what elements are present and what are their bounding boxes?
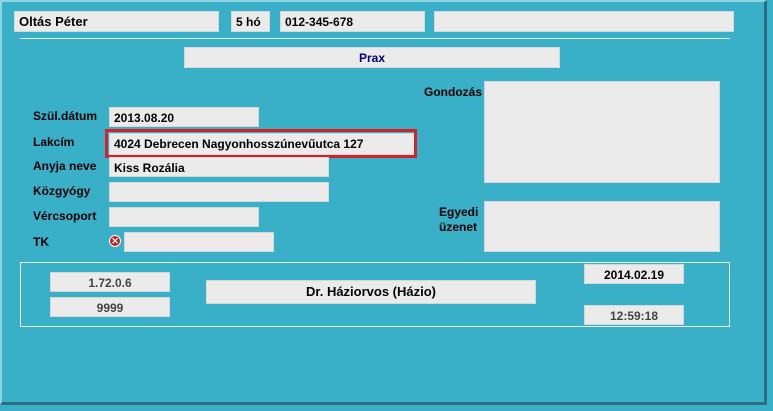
birth-date-label: Szül.dátum — [33, 109, 98, 123]
care-field[interactable] — [484, 81, 720, 183]
blood-type-label: Vércsoport — [33, 209, 97, 223]
mother-name-field[interactable]: Kiss Rozália — [109, 157, 329, 177]
address-highlight-frame — [105, 129, 417, 158]
pharmacy-label: Közgyógy — [33, 184, 91, 198]
address-label: Lakcím — [33, 135, 75, 149]
doctor-field: Dr. Háziorvos (Házio) — [206, 280, 536, 304]
unique-msg-field[interactable] — [484, 201, 720, 252]
patient-name-field[interactable]: Oltás Péter — [14, 11, 219, 32]
code-field: 9999 — [50, 297, 170, 317]
prax-field[interactable]: Prax — [184, 47, 560, 68]
patient-phone-field[interactable]: 012-345-678 — [280, 11, 425, 32]
ip-field: 1.72.0.6 — [50, 272, 170, 292]
header-divider — [20, 38, 730, 39]
patient-panel: Oltás Péter 5 hó 012-345-678 Prax Szül.d… — [0, 0, 767, 405]
care-label: Gondozás — [424, 85, 483, 99]
birth-date-field[interactable]: 2013.08.20 — [109, 107, 259, 127]
tk-field[interactable] — [124, 232, 274, 252]
unique-msg-label-1: Egyedi — [439, 205, 479, 219]
error-x-icon: ✕ — [109, 235, 121, 247]
patient-age-field[interactable]: 5 hó — [231, 11, 270, 32]
blood-type-field[interactable] — [109, 207, 259, 227]
date-field: 2014.02.19 — [584, 264, 684, 284]
header-extra-field[interactable] — [434, 11, 734, 32]
mother-name-label: Anyja neve — [33, 159, 97, 173]
tk-label: TK — [33, 235, 49, 249]
pharmacy-field[interactable] — [109, 182, 329, 202]
time-field: 12:59:18 — [584, 305, 684, 325]
unique-msg-label-2: üzenet — [439, 220, 478, 234]
